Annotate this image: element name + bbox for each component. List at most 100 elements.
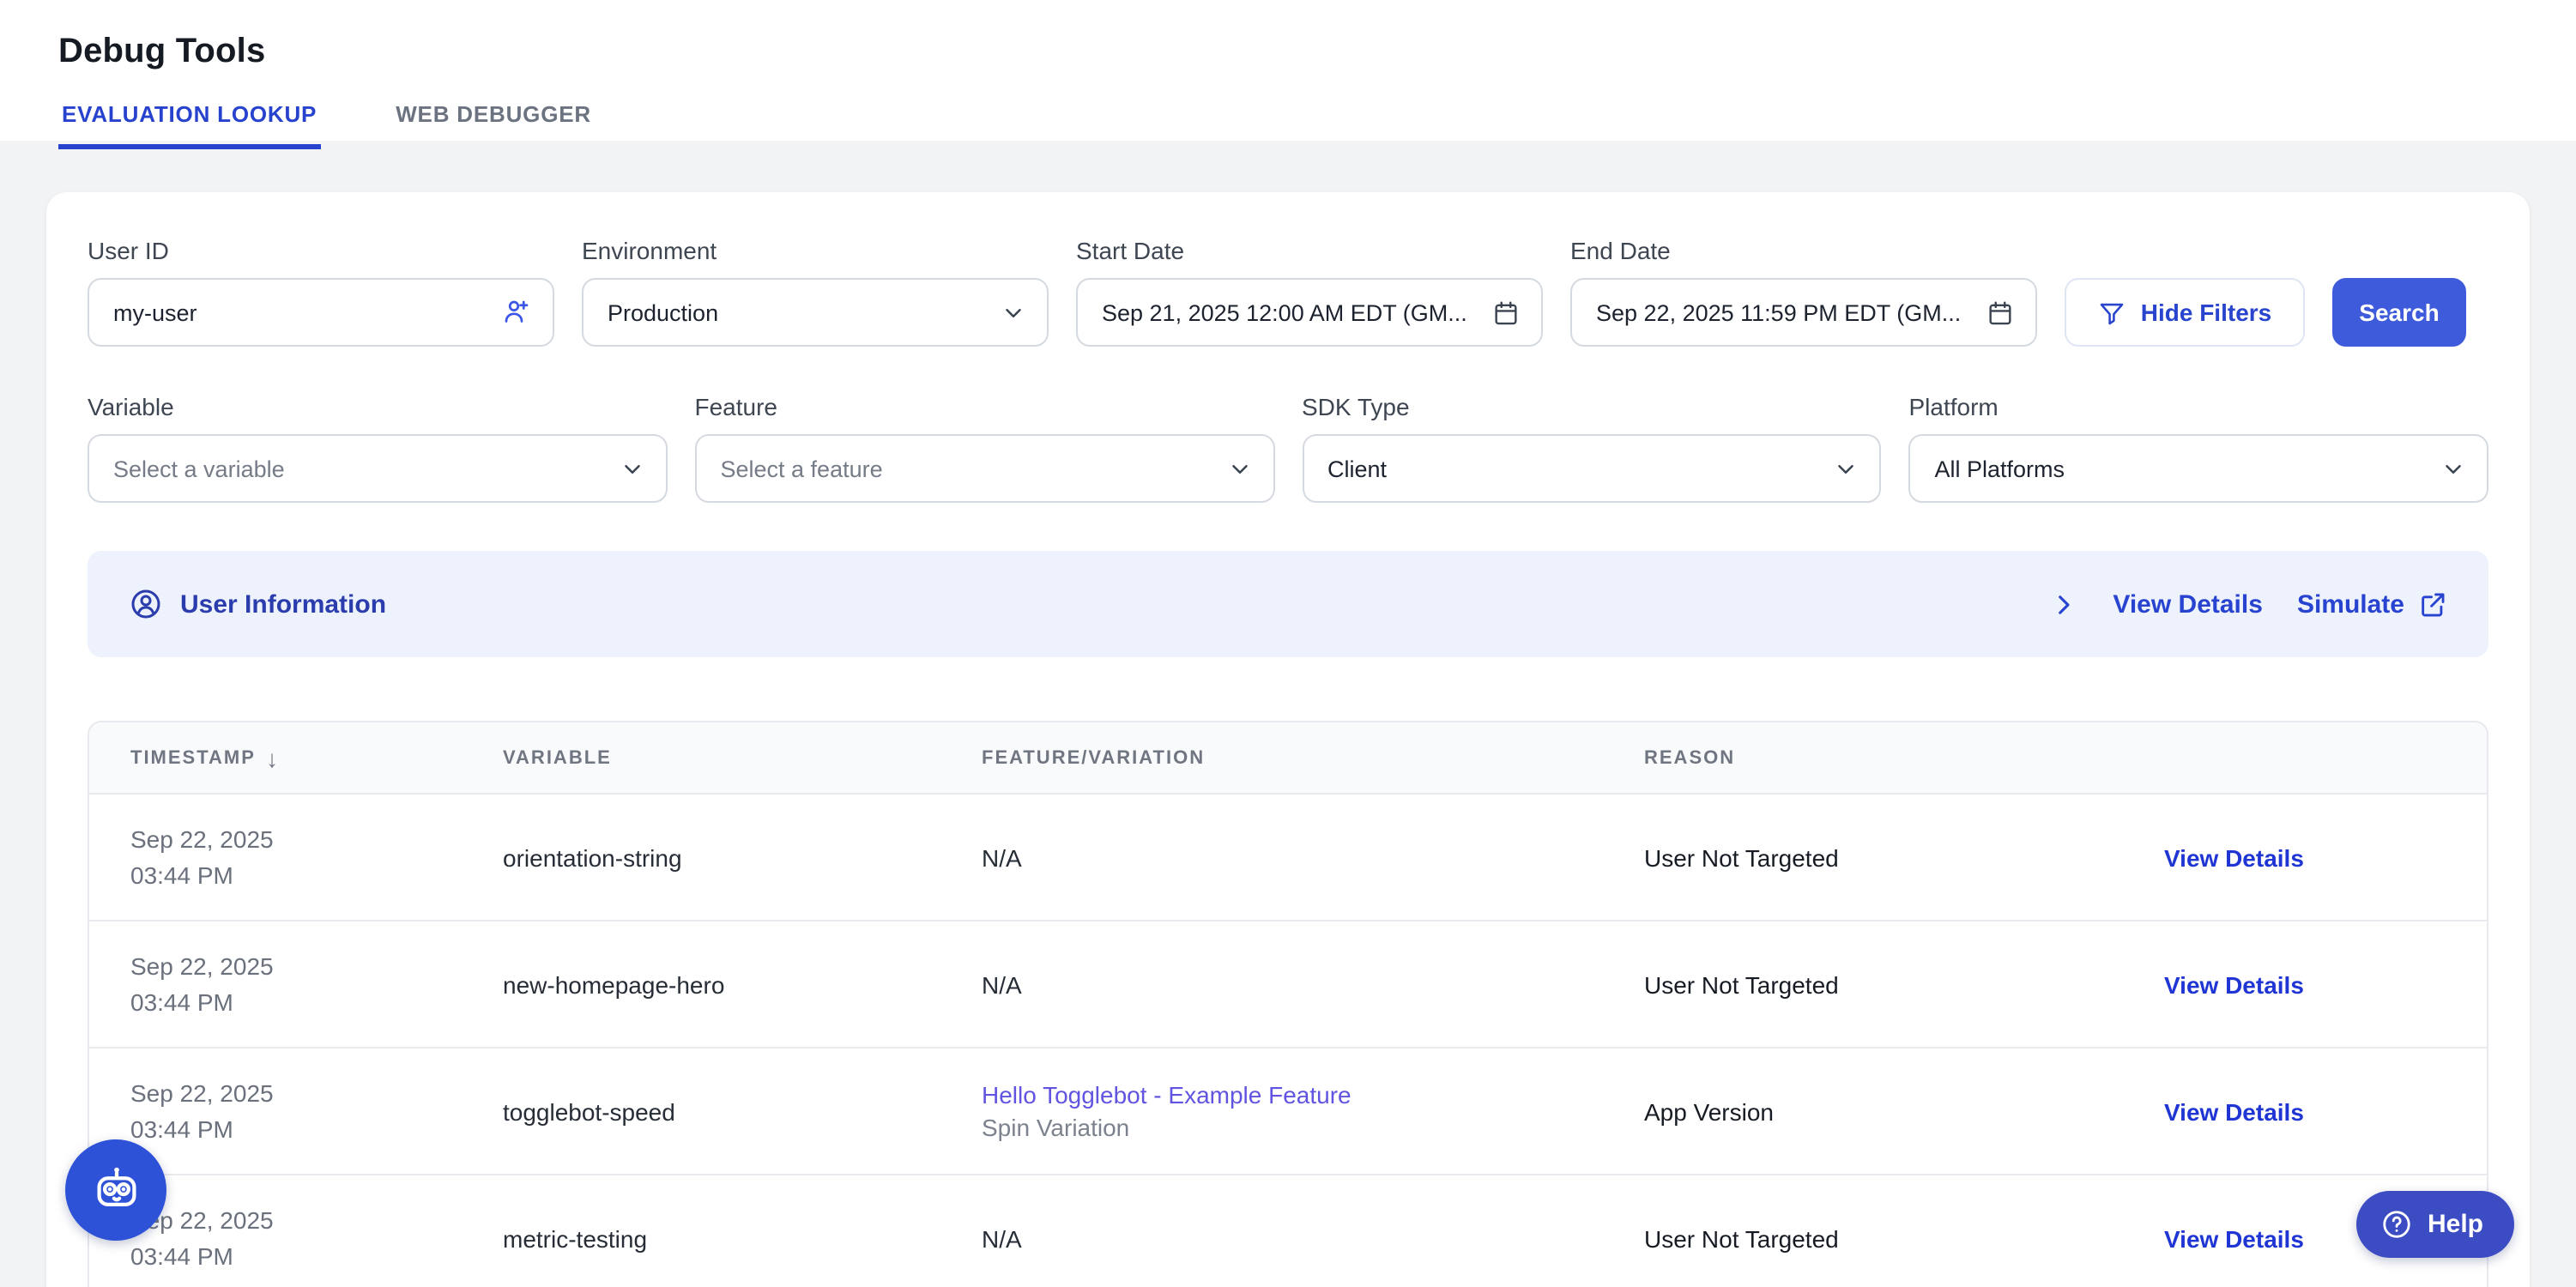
evaluations-table: TIMESTAMP ↓ VARIABLE FEATURE/VARIATION R… [88,721,2488,1287]
sdk-type-field-group: SDK Type Client [1302,393,1882,503]
table-row: Sep 22, 202503:44 PM new-homepage-hero N… [89,921,2487,1048]
tab-web-debugger[interactable]: WEB DEBUGGER [392,101,595,149]
user-information-banner: User Information View Details Simulate [88,551,2488,657]
calendar-icon[interactable] [1986,298,2015,327]
timestamp-cell: Sep 22, 202503:44 PM [130,1202,503,1274]
main-area: User ID Environment [0,141,2576,1287]
row-view-details-link[interactable]: View Details [2164,843,2487,871]
environment-label: Environment [582,237,1049,264]
user-id-field-group: User ID [88,237,554,347]
feature-select[interactable]: Select a feature [695,434,1275,503]
user-information-actions: View Details Simulate [2049,589,2447,619]
page-title: Debug Tools [58,33,2518,72]
hide-filters-button[interactable]: Hide Filters [2065,278,2305,347]
page-header: Debug Tools EVALUATION LOOKUP WEB DEBUGG… [0,0,2576,141]
user-add-icon[interactable] [501,297,532,328]
help-icon [2381,1208,2414,1241]
environment-field-group: Environment Production [582,237,1049,347]
variable-cell: new-homepage-hero [503,970,982,998]
external-link-icon [2418,589,2447,619]
simulate-link[interactable]: Simulate [2297,589,2447,619]
column-header-variable[interactable]: VARIABLE [503,747,982,768]
simulate-label: Simulate [2297,589,2404,619]
reason-cell: User Not Targeted [1644,970,2164,998]
variable-select[interactable]: Select a variable [88,434,668,503]
chevron-down-icon [1001,299,1026,325]
end-date-input[interactable]: Sep 22, 2025 11:59 PM EDT (GM... [1570,278,2037,347]
row-view-details-link[interactable]: View Details [2164,970,2487,998]
help-label: Help [2428,1210,2483,1239]
column-header-reason[interactable]: REASON [1644,747,2164,768]
filter-funnel-icon [2098,298,2127,327]
chevron-down-icon [1226,456,1252,481]
variable-cell: togglebot-speed [503,1097,982,1125]
search-button-label: Search [2359,299,2439,326]
variable-cell: orientation-string [503,843,982,871]
start-date-field-group: Start Date Sep 21, 2025 12:00 AM EDT (GM… [1076,237,1543,347]
end-date-value: Sep 22, 2025 11:59 PM EDT (GM... [1596,299,1972,325]
banner-view-details-link[interactable]: View Details [2113,589,2263,619]
user-id-label: User ID [88,237,554,264]
filter-row-1: User ID Environment [88,237,2488,347]
reason-cell: User Not Targeted [1644,1224,2164,1252]
user-circle-icon [129,587,163,621]
feature-field-group: Feature Select a feature [695,393,1275,503]
environment-select[interactable]: Production [582,278,1049,347]
platform-field-group: Platform All Platforms [1909,393,2489,503]
platform-select[interactable]: All Platforms [1909,434,2489,503]
start-date-label: Start Date [1076,237,1543,264]
variable-value: Select a variable [113,456,606,481]
variable-cell: metric-testing [503,1224,982,1252]
start-date-value: Sep 21, 2025 12:00 AM EDT (GM... [1102,299,1478,325]
feature-cell: N/A [982,1224,1644,1252]
robot-icon [87,1161,145,1219]
chevron-down-icon [620,456,645,481]
start-date-input[interactable]: Sep 21, 2025 12:00 AM EDT (GM... [1076,278,1543,347]
sdk-type-select[interactable]: Client [1302,434,1882,503]
chevron-down-icon [2440,456,2466,481]
search-button[interactable]: Search [2332,278,2466,347]
sort-desc-icon: ↓ [266,744,278,771]
chevron-right-icon[interactable] [2049,589,2078,619]
table-row: Sep 22, 202503:44 PM togglebot-speed Hel… [89,1048,2487,1175]
column-header-feature-variation[interactable]: FEATURE/VARIATION [982,747,1644,768]
feature-link[interactable]: Hello Togglebot - Example Feature [982,1081,1644,1109]
filter-row-2: Variable Select a variable Feature Selec… [88,393,2488,503]
variable-field-group: Variable Select a variable [88,393,668,503]
reason-cell: User Not Targeted [1644,843,2164,871]
sdk-type-value: Client [1327,456,1820,481]
tab-evaluation-lookup[interactable]: EVALUATION LOOKUP [58,101,320,149]
feature-value: Select a feature [721,456,1213,481]
table-header: TIMESTAMP ↓ VARIABLE FEATURE/VARIATION R… [89,722,2487,795]
user-id-input-wrap [88,278,554,347]
variable-label: Variable [88,393,668,420]
table-body: Sep 22, 202503:44 PM orientation-string … [89,795,2487,1287]
end-date-field-group: End Date Sep 22, 2025 11:59 PM EDT (GM..… [1570,237,2037,347]
user-id-input[interactable] [113,299,487,325]
environment-value: Production [608,299,987,325]
table-row: Sep 22, 202503:44 PM metric-testing N/A … [89,1175,2487,1287]
feature-cell: N/A [982,970,1644,998]
chevron-down-icon [1834,456,1859,481]
togglebot-widget-button[interactable] [65,1139,166,1241]
user-information-title: User Information [180,589,386,619]
timestamp-cell: Sep 22, 202503:44 PM [130,1075,503,1147]
timestamp-cell: Sep 22, 202503:44 PM [130,948,503,1020]
feature-cell: N/A [982,843,1644,871]
timestamp-cell: Sep 22, 202503:44 PM [130,821,503,893]
hide-filters-label: Hide Filters [2141,299,2272,326]
user-information-header: User Information [129,587,386,621]
sdk-type-label: SDK Type [1302,393,1882,420]
debug-tools-page: Debug Tools EVALUATION LOOKUP WEB DEBUGG… [0,0,2576,1287]
end-date-label: End Date [1570,237,2037,264]
column-header-timestamp[interactable]: TIMESTAMP ↓ [130,744,503,771]
feature-label: Feature [695,393,1275,420]
table-row: Sep 22, 202503:44 PM orientation-string … [89,795,2487,921]
calendar-icon[interactable] [1491,298,1521,327]
help-button[interactable]: Help [2357,1191,2514,1258]
row-view-details-link[interactable]: View Details [2164,1097,2487,1125]
evaluation-lookup-card: User ID Environment [46,192,2530,1287]
platform-label: Platform [1909,393,2489,420]
platform-value: All Platforms [1935,456,2428,481]
reason-cell: App Version [1644,1097,2164,1125]
